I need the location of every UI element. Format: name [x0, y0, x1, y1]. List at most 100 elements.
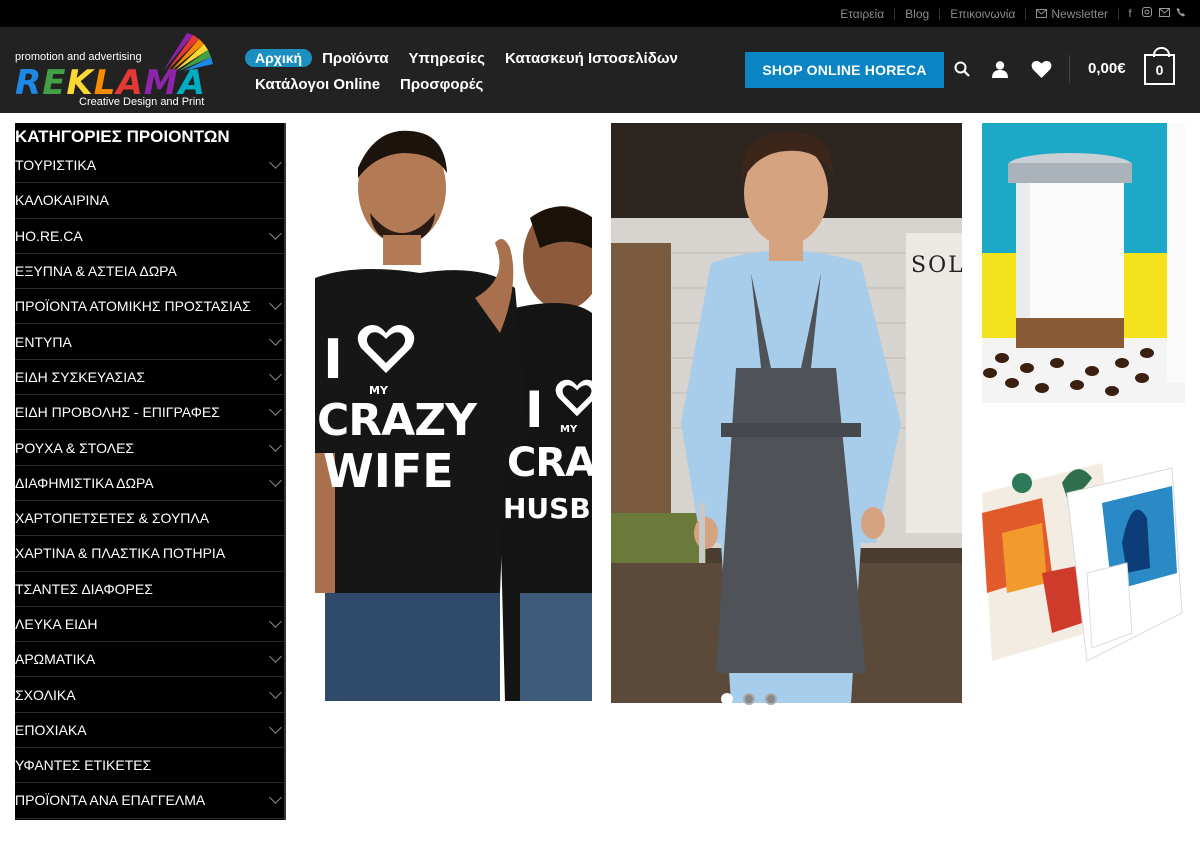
nav-row-1: Αρχική Προϊόντα Υπηρεσίες Κατασκευή Ιστο… — [245, 45, 685, 71]
top-link-contact[interactable]: Επικοινωνία — [940, 7, 1025, 21]
category-label: ΚΑΛΟΚΑΙΡΙΝΑ — [15, 192, 109, 209]
promo-notebook-image[interactable] — [982, 423, 1185, 665]
chevron-down-icon[interactable] — [269, 332, 282, 346]
chevron-down-icon[interactable] — [269, 791, 282, 805]
shirt-text-craz: CRAZ — [507, 440, 592, 486]
category-label: HO.RE.CA — [15, 227, 83, 244]
slider-dot-3[interactable] — [765, 693, 777, 705]
shirt-letter-i: I — [323, 328, 344, 391]
logo-brand-letter: E — [42, 63, 67, 103]
category-item[interactable]: ΕΞΥΠΝΑ & ΑΣΤΕΙΑ ΔΩΡΑ — [15, 254, 284, 290]
slider-dot-2[interactable] — [743, 693, 755, 705]
nav-item-catalogs[interactable]: Κατάλογοι Online — [245, 76, 390, 93]
phone-icon[interactable] — [1176, 7, 1186, 20]
category-item[interactable]: ΣΧΟΛΙΚΑ — [15, 677, 284, 713]
apron-waiter-illustration — [611, 123, 962, 703]
cart-count-badge[interactable]: 0 — [1144, 47, 1175, 85]
top-link-company[interactable]: Εταιρεία — [830, 7, 894, 21]
site-header: promotion and advertising REKLAMA Creati… — [0, 27, 1200, 113]
chevron-down-icon[interactable] — [269, 226, 282, 240]
email-icon[interactable] — [1159, 7, 1170, 20]
category-item[interactable]: ΧΑΡΤΙΝΑ & ΠΛΑΣΤΙΚΑ ΠΟΤΗΡΙΑ — [15, 536, 284, 572]
logo[interactable]: promotion and advertising REKLAMA Creati… — [15, 33, 217, 109]
nav-item-websites[interactable]: Κατασκευή Ιστοσελίδων — [495, 50, 688, 67]
category-item[interactable]: ΕΙΔΗ ΣΥΣΚΕΥΑΣΙΑΣ — [15, 360, 284, 396]
cart-total[interactable]: 0,00€ — [1088, 60, 1126, 77]
category-label: ΣΧΟΛΙΚΑ — [15, 686, 76, 703]
nav-item-products[interactable]: Προϊόντα — [312, 50, 398, 67]
logo-subtitle: Creative Design and Print — [79, 96, 205, 108]
category-label: ΕΙΔΗ ΣΥΣΚΕΥΑΣΙΑΣ — [15, 368, 146, 385]
category-item[interactable]: ΕΙΔΗ ΠΡΟΒΟΛΗΣ - ΕΠΙΓΡΑΦΕΣ — [15, 395, 284, 431]
category-label: ΕΠΟΧΙΑΚΑ — [15, 721, 87, 738]
envelope-icon — [1036, 9, 1048, 18]
top-bar: Εταιρεία Blog Επικοινωνία Newsletter f — [0, 0, 1200, 27]
heart-icon — [357, 325, 415, 373]
chevron-down-icon[interactable] — [269, 403, 282, 417]
shirt-letter-i-2: I — [525, 381, 544, 439]
search-icon[interactable] — [948, 55, 976, 83]
shop-horeca-button[interactable]: SHOP ONLINE HORECA — [745, 52, 944, 88]
category-item[interactable]: ΠΡΟΪΟΝΤΑ ΑΝΑ ΕΠΑΓΓΕΛΜΑ — [15, 783, 284, 819]
category-item[interactable]: ΧΑΡΤΟΠΕΤΣΕΤΕΣ & ΣΟΥΠΛΑ — [15, 501, 284, 537]
facebook-icon[interactable]: f — [1125, 8, 1135, 20]
heart-icon — [555, 379, 592, 417]
sidebar-title: ΚΑΤΗΓΟΡΙΕΣ ΠΡΟΙΟΝΤΩΝ — [15, 127, 230, 146]
chevron-down-icon[interactable] — [269, 650, 282, 664]
category-item[interactable]: ΚΑΛΟΚΑΙΡΙΝΑ — [15, 183, 284, 219]
chevron-down-icon[interactable] — [269, 721, 282, 734]
main-nav: Αρχική Προϊόντα Υπηρεσίες Κατασκευή Ιστο… — [245, 45, 685, 97]
shirt-text-crazy: CRAZY — [317, 395, 477, 446]
category-label: ΧΑΡΤΙΝΑ & ΠΛΑΣΤΙΚΑ ΠΟΤΗΡΙΑ — [15, 545, 226, 562]
instagram-icon[interactable] — [1142, 7, 1152, 20]
category-label: ΛΕΥΚΑ ΕΙΔΗ — [15, 616, 98, 632]
category-label: ΤΟΥΡΙΣΤΙΚΑ — [15, 157, 97, 174]
chevron-down-icon[interactable] — [269, 473, 282, 487]
nav-item-home[interactable]: Αρχική — [245, 49, 313, 67]
category-label: ΡΟΥΧΑ & ΣΤΟΛΕΣ — [15, 439, 135, 456]
category-label: ΥΦΑΝΤΕΣ ΕΤΙΚΕΤΕΣ — [15, 757, 152, 774]
category-item[interactable]: ΤΣΑΝΤΕΣ ΔΙΑΦΟΡΕΣ — [15, 572, 284, 607]
shirt-text-my-2: MY — [560, 424, 578, 435]
promo-apron-slide[interactable]: SOL'S — [611, 123, 962, 703]
promo-tshirts-image[interactable]: I MY CRAZY WIFE I MY CRAZ HUSB — [315, 123, 592, 701]
category-label: ΑΡΩΜΑΤΙΚΑ — [15, 651, 96, 668]
slider-dot-1[interactable] — [721, 693, 733, 705]
logo-tagline: promotion and advertising — [15, 51, 142, 63]
category-item[interactable]: ΛΕΥΚΑ ΕΙΔΗ — [15, 607, 284, 643]
nav-item-services[interactable]: Υπηρεσίες — [399, 50, 495, 67]
nav-item-offers[interactable]: Προσφορές — [390, 76, 493, 93]
tumbler-coffee-illustration — [982, 123, 1185, 403]
chevron-down-icon[interactable] — [269, 156, 282, 170]
category-label: ΠΡΟΪΟΝΤΑ ΑΤΟΜΙΚΗΣ ΠΡΟΣΤΑΣΙΑΣ — [15, 298, 251, 315]
user-account-icon[interactable] — [986, 55, 1014, 83]
shirt-text-wife: WIFE — [323, 444, 454, 498]
category-item[interactable]: ΔΙΑΦΗΜΙΣΤΙΚΑ ΔΩΡΑ — [15, 466, 284, 501]
top-links: Εταιρεία Blog Επικοινωνία Newsletter f — [830, 0, 1186, 27]
category-item[interactable]: ΠΡΟΪΟΝΤΑ ΑΤΟΜΙΚΗΣ ΠΡΟΣΤΑΣΙΑΣ — [15, 289, 284, 325]
chevron-down-icon[interactable] — [269, 685, 282, 699]
category-item[interactable]: ΥΦΑΝΤΕΣ ΕΤΙΚΕΤΕΣ — [15, 748, 284, 784]
chevron-down-icon[interactable] — [269, 297, 282, 311]
divider — [1118, 7, 1119, 20]
category-item[interactable]: ΕΠΟΧΙΑΚΑ — [15, 713, 284, 749]
apron-brand-text: SOL'S — [911, 253, 962, 278]
category-item[interactable]: ΤΟΥΡΙΣΤΙΚΑ — [15, 148, 284, 184]
product-categories-sidebar: ΚΑΤΗΓΟΡΙΕΣ ΠΡΟΙΟΝΤΩΝ ΤΟΥΡΙΣΤΙΚΑ ΚΑΛΟΚΑΙΡΙ… — [15, 123, 286, 820]
chevron-down-icon[interactable] — [269, 615, 282, 628]
top-link-blog[interactable]: Blog — [895, 7, 939, 21]
category-item[interactable]: ΡΟΥΧΑ & ΣΤΟΛΕΣ — [15, 430, 284, 466]
category-label: ΕΝΤΥΠΑ — [15, 333, 72, 350]
top-link-newsletter[interactable]: Newsletter — [1026, 7, 1118, 21]
logo-brand-letter: R — [15, 63, 43, 103]
chevron-down-icon[interactable] — [269, 368, 282, 381]
category-label: ΔΙΑΦΗΜΙΣΤΙΚΑ ΔΩΡΑ — [15, 474, 154, 491]
newsletter-label: Newsletter — [1051, 6, 1108, 21]
category-item[interactable]: ΕΝΤΥΠΑ — [15, 324, 284, 360]
promo-tumbler-image[interactable] — [982, 123, 1185, 403]
wishlist-heart-icon[interactable] — [1027, 55, 1055, 83]
category-label: ΤΣΑΝΤΕΣ ΔΙΑΦΟΡΕΣ — [15, 580, 153, 597]
category-item[interactable]: ΑΡΩΜΑΤΙΚΑ — [15, 642, 284, 678]
category-item[interactable]: HO.RE.CA — [15, 219, 284, 254]
chevron-down-icon[interactable] — [269, 438, 282, 452]
